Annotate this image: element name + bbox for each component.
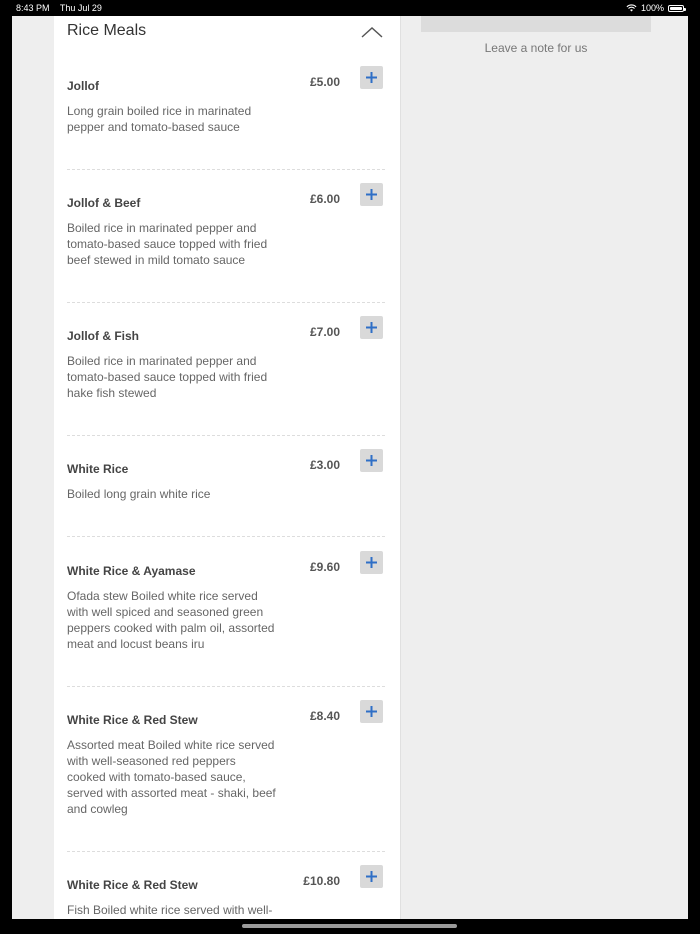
status-bar: 8:43 PM Thu Jul 29 100% bbox=[0, 0, 700, 16]
item-divider bbox=[67, 851, 385, 852]
item-name: White Rice & Ayamase bbox=[67, 564, 196, 578]
wifi-icon bbox=[626, 4, 637, 12]
add-button[interactable] bbox=[360, 449, 383, 472]
plus-icon bbox=[366, 557, 377, 568]
item-name: Jollof bbox=[67, 79, 99, 93]
item-name: White Rice bbox=[67, 462, 129, 476]
status-time: 8:43 PM bbox=[16, 3, 50, 13]
item-price: £10.80 bbox=[303, 874, 340, 888]
plus-icon bbox=[366, 455, 377, 466]
add-button[interactable] bbox=[360, 700, 383, 723]
add-button[interactable] bbox=[360, 316, 383, 339]
plus-icon bbox=[366, 871, 377, 882]
home-indicator bbox=[242, 924, 457, 928]
item-description: Long grain boiled rice in marinated pepp… bbox=[67, 104, 252, 134]
plus-icon bbox=[366, 322, 377, 333]
item-price: £9.60 bbox=[309, 560, 340, 574]
add-button[interactable] bbox=[360, 551, 383, 574]
item-divider bbox=[67, 435, 385, 436]
status-right: 100% bbox=[626, 1, 686, 15]
plus-icon bbox=[366, 189, 377, 200]
status-date: Thu Jul 29 bbox=[59, 3, 102, 13]
chevron-up-icon[interactable] bbox=[361, 26, 383, 38]
item-price: £5.00 bbox=[309, 75, 340, 89]
item-description: Ofada stew Boiled white rice served with… bbox=[67, 589, 275, 651]
section-title: Rice Meals bbox=[67, 22, 147, 39]
item-name: Jollof & Beef bbox=[67, 196, 141, 210]
item-divider bbox=[67, 302, 385, 303]
item-description: Boiled long grain white rice bbox=[67, 487, 211, 501]
app-screen: Rice Meals Jollof £5.00 Long grain boile… bbox=[12, 16, 688, 919]
item-description: Assorted meat Boiled white rice served w… bbox=[67, 738, 276, 816]
item-name: Jollof & Fish bbox=[67, 329, 139, 343]
plus-icon bbox=[366, 72, 377, 83]
leave-note-link[interactable]: Leave a note for us bbox=[421, 41, 651, 55]
item-description: Boiled rice in marinated pepper and toma… bbox=[67, 354, 268, 400]
item-price: £7.00 bbox=[309, 325, 340, 339]
plus-icon bbox=[366, 706, 377, 717]
item-divider bbox=[67, 169, 385, 170]
status-left: 8:43 PM Thu Jul 29 bbox=[16, 1, 110, 15]
item-divider bbox=[67, 536, 385, 537]
item-description: Fish Boiled white rice served with well- bbox=[67, 903, 273, 917]
add-button[interactable] bbox=[360, 66, 383, 89]
item-divider bbox=[67, 686, 385, 687]
item-description: Boiled rice in marinated pepper and toma… bbox=[67, 221, 268, 267]
add-button[interactable] bbox=[360, 865, 383, 888]
item-price: £6.00 bbox=[309, 192, 340, 206]
battery-percent: 100% bbox=[640, 3, 664, 13]
battery-icon bbox=[668, 4, 686, 12]
item-price: £8.40 bbox=[309, 709, 340, 723]
menu-panel: Rice Meals Jollof £5.00 Long grain boile… bbox=[54, 16, 401, 919]
note-bar bbox=[421, 16, 651, 32]
add-button[interactable] bbox=[360, 183, 383, 206]
item-name: White Rice & Red Stew bbox=[67, 878, 198, 892]
item-price: £3.00 bbox=[309, 458, 340, 472]
item-name: White Rice & Red Stew bbox=[67, 713, 198, 727]
